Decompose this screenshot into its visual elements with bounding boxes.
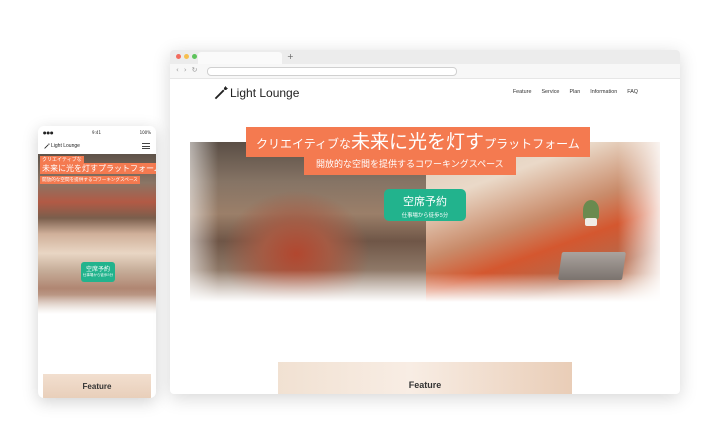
site-logo[interactable]: Light Lounge bbox=[214, 86, 299, 100]
browser-tab-bar: + bbox=[170, 50, 680, 64]
mobile-header: Light Lounge bbox=[38, 138, 156, 154]
window-controls bbox=[176, 54, 197, 59]
maximize-dot-icon[interactable] bbox=[192, 54, 197, 59]
phone-status-bar: ●●● 9:41 100% bbox=[38, 126, 156, 138]
reserve-button-sublabel: 仕事場から徒歩5分 bbox=[401, 213, 449, 219]
mobile-hero: クリエイティブな 未来に光を灯すプラットフォーム 開放的な空間を提供するコワーキ… bbox=[38, 154, 156, 314]
reload-icon[interactable]: ↻ bbox=[192, 66, 198, 74]
browser-nav-buttons: ‹ › ↻ bbox=[176, 66, 198, 74]
browser-address-bar: ‹ › ↻ bbox=[170, 64, 680, 79]
status-signal: ●●● bbox=[43, 129, 54, 135]
url-input[interactable] bbox=[207, 67, 457, 76]
phone-mockup: ●●● 9:41 100% Light Lounge クリエイティブな 未来に光… bbox=[38, 126, 156, 398]
hero-headline-main: 未来に光を灯す bbox=[351, 131, 485, 153]
minimize-dot-icon[interactable] bbox=[184, 54, 189, 59]
mobile-feature-section: Feature bbox=[43, 374, 151, 398]
browser-window: + ‹ › ↻ Light Lounge Feature Service Pla… bbox=[170, 50, 680, 394]
site-header: Light Lounge Feature Service Plan Inform… bbox=[170, 78, 680, 108]
nav-service[interactable]: Service bbox=[541, 89, 559, 95]
mobile-logo-text: Light Lounge bbox=[51, 143, 80, 149]
plant-pot-image bbox=[585, 218, 597, 226]
status-battery: 100% bbox=[139, 129, 151, 135]
mobile-cta-main: 空席予約 bbox=[85, 266, 110, 273]
site-logo-text: Light Lounge bbox=[230, 86, 300, 100]
mobile-cta-sub: 仕事場から徒歩5分 bbox=[82, 273, 114, 277]
nav-information[interactable]: Information bbox=[590, 89, 617, 95]
hero-headline-post: プラットフォーム bbox=[484, 137, 580, 151]
feature-title: Feature bbox=[408, 380, 442, 390]
nav-feature[interactable]: Feature bbox=[513, 89, 532, 95]
status-time: 9:41 bbox=[92, 129, 102, 135]
reserve-button[interactable]: 空席予約 仕事場から徒歩5分 bbox=[384, 189, 466, 221]
mobile-logo[interactable]: Light Lounge bbox=[44, 143, 80, 149]
forward-icon[interactable]: › bbox=[184, 66, 187, 74]
nav-plan[interactable]: Plan bbox=[569, 89, 580, 95]
mobile-reserve-button[interactable]: 空席予約 仕事場から徒歩5分 bbox=[81, 262, 115, 282]
mobile-feature-title: Feature bbox=[82, 382, 112, 391]
laptop-image bbox=[558, 252, 626, 280]
plant-image bbox=[583, 200, 599, 220]
logo-wand-icon bbox=[214, 86, 228, 100]
mobile-hero-line1: クリエイティブな bbox=[40, 156, 84, 163]
back-icon[interactable]: ‹ bbox=[176, 66, 179, 74]
browser-tab[interactable] bbox=[198, 52, 282, 64]
reserve-button-label: 空席予約 bbox=[403, 195, 447, 208]
feature-section: Feature bbox=[278, 362, 572, 394]
hero-subheadline: 開放的な空間を提供するコワーキングスペース bbox=[304, 155, 516, 175]
hero-headline-pre: クリエイティブな bbox=[256, 137, 352, 151]
close-dot-icon[interactable] bbox=[176, 54, 181, 59]
mobile-hero-line3: 開放的な空間を提供するコワーキングスペース bbox=[40, 176, 140, 184]
logo-wand-icon bbox=[44, 143, 50, 149]
mobile-hero-line2: 未来に光を灯すプラットフォーム bbox=[40, 163, 156, 174]
new-tab-button[interactable]: + bbox=[287, 52, 294, 61]
hero-headline: クリエイティブな未来に光を灯すプラットフォーム bbox=[246, 127, 590, 157]
menu-icon[interactable] bbox=[142, 143, 150, 149]
nav-faq[interactable]: FAQ bbox=[627, 89, 638, 95]
main-nav: Feature Service Plan Information FAQ bbox=[513, 89, 638, 95]
